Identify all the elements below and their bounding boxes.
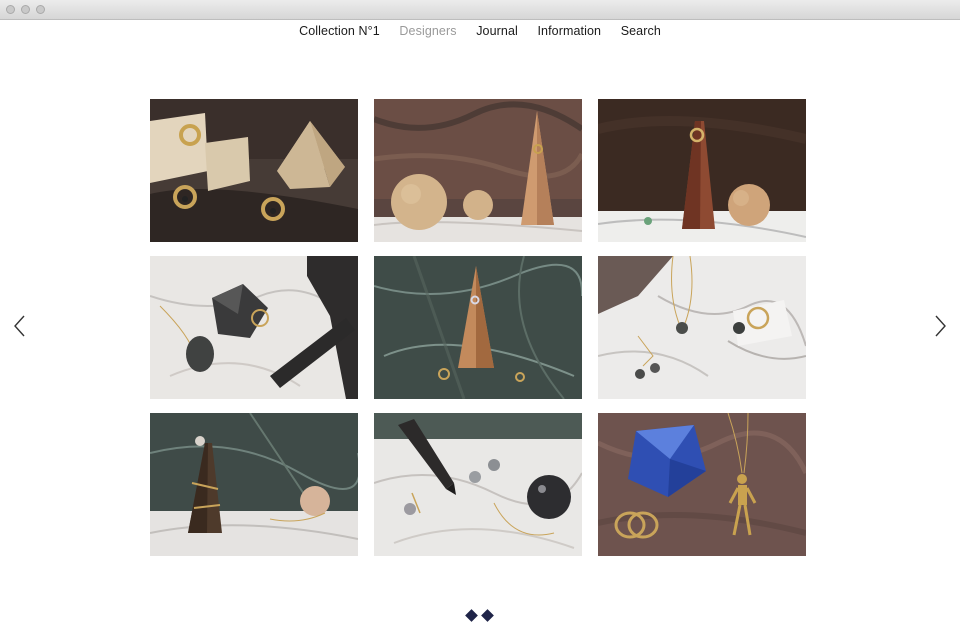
chevron-left-icon	[14, 315, 25, 337]
chevron-right-icon	[935, 315, 946, 337]
gallery-tile-3[interactable]	[598, 99, 806, 242]
nav-item-information[interactable]: Information	[537, 24, 601, 38]
pendant-on-marble-image	[150, 256, 358, 399]
gallery-tile-1[interactable]	[150, 99, 358, 242]
gallery-tile-8[interactable]	[374, 413, 582, 556]
gallery-tile-5[interactable]	[374, 256, 582, 399]
spheres-and-cone-image	[374, 99, 582, 242]
rings-on-wood-image	[150, 99, 358, 242]
nav-item-search[interactable]: Search	[621, 24, 661, 38]
gallery-tile-4[interactable]	[150, 256, 358, 399]
zoom-window-button[interactable]	[36, 5, 45, 14]
blue-crystal-and-figure-image	[598, 413, 806, 556]
obelisk-and-box-image	[150, 413, 358, 556]
pagination	[464, 609, 496, 623]
product-gallery	[150, 99, 806, 556]
crystal-and-sphere-image	[374, 413, 582, 556]
next-arrow-button[interactable]	[930, 312, 950, 340]
close-window-button[interactable]	[6, 5, 15, 14]
page-dot-1[interactable]	[465, 609, 478, 622]
page-dot-2[interactable]	[481, 609, 494, 622]
gallery-tile-6[interactable]	[598, 256, 806, 399]
main-nav: Collection N°1 Designers Journal Informa…	[0, 24, 960, 38]
window-titlebar	[0, 0, 960, 20]
prev-arrow-button[interactable]	[10, 312, 30, 340]
pearl-jewelry-image	[598, 256, 806, 399]
gallery-tile-9[interactable]	[598, 413, 806, 556]
obelisk-and-sphere-image	[598, 99, 806, 242]
gallery-tile-7[interactable]	[150, 413, 358, 556]
nav-item-designers[interactable]: Designers	[399, 24, 456, 38]
cone-on-green-marble-image	[374, 256, 582, 399]
minimize-window-button[interactable]	[21, 5, 30, 14]
nav-item-collection[interactable]: Collection N°1	[299, 24, 380, 38]
nav-item-journal[interactable]: Journal	[476, 24, 518, 38]
gallery-tile-2[interactable]	[374, 99, 582, 242]
